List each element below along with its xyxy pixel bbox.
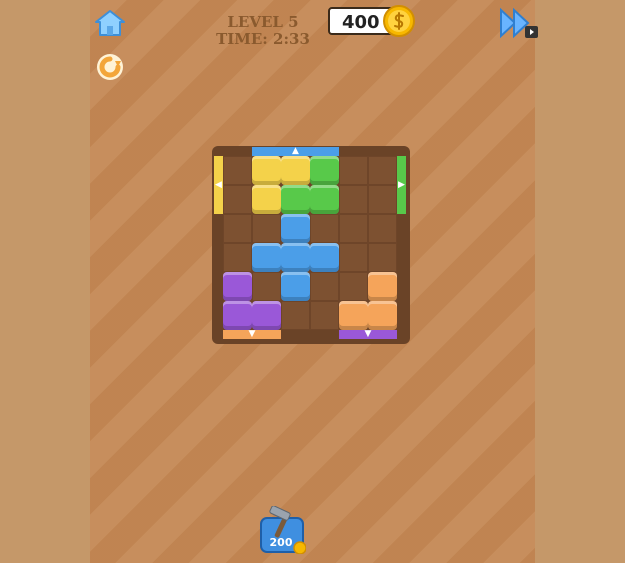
block-green[interactable] (281, 185, 310, 214)
grid-cell (339, 156, 368, 185)
right-margin (535, 0, 625, 563)
block-purple[interactable] (252, 301, 281, 330)
grid-cell (223, 156, 252, 185)
time-label: TIME: 2:33 (216, 30, 310, 48)
gate-arrow-icon: ◀ (215, 179, 222, 190)
grid-cell (281, 301, 310, 330)
grid-cell (368, 185, 397, 214)
grid-cell (368, 214, 397, 243)
grid-cell (368, 156, 397, 185)
skip-icon (500, 7, 538, 39)
grid-cell (252, 272, 281, 301)
block-blue[interactable] (310, 243, 339, 272)
exit-gate-green: ▶ (397, 156, 406, 214)
grid-cell (339, 243, 368, 272)
grid-cell (223, 214, 252, 243)
block-purple[interactable] (223, 301, 252, 330)
restart-icon (97, 54, 123, 80)
grid-cell (339, 214, 368, 243)
home-icon (95, 10, 125, 36)
block-green[interactable] (310, 185, 339, 214)
block-purple[interactable] (223, 272, 252, 301)
coin-count: 400 (342, 12, 380, 33)
grid-cell (368, 243, 397, 272)
exit-gate-blue: ▲ (252, 147, 339, 156)
gate-arrow-icon: ▼ (248, 329, 256, 339)
gate-arrow-icon: ▶ (398, 179, 405, 190)
block-blue[interactable] (281, 243, 310, 272)
block-orange[interactable] (368, 301, 397, 330)
board-grid (223, 156, 397, 330)
gate-arrow-icon: ▼ (364, 329, 372, 339)
grid-cell (310, 272, 339, 301)
grid-cell (252, 214, 281, 243)
grid-cell (223, 185, 252, 214)
restart-button[interactable] (93, 50, 127, 84)
block-blue[interactable] (281, 272, 310, 301)
gate-arrow-icon: ▲ (292, 146, 299, 156)
block-yellow[interactable] (252, 185, 281, 214)
block-blue[interactable] (252, 243, 281, 272)
block-blue[interactable] (281, 214, 310, 243)
block-orange[interactable] (339, 301, 368, 330)
grid-cell (339, 185, 368, 214)
grid-cell (339, 272, 368, 301)
block-orange[interactable] (368, 272, 397, 301)
coin-icon (383, 5, 415, 37)
exit-gate-yellow: ◀ (214, 156, 223, 214)
grid-cell (223, 243, 252, 272)
hammer-cost: 200 (269, 536, 293, 549)
skip-level-button[interactable] (498, 7, 540, 39)
block-yellow[interactable] (252, 156, 281, 185)
level-label: LEVEL 5 (227, 13, 299, 31)
grid-cell (310, 301, 339, 330)
game-stage: LEVEL 5 TIME: 2:33 400 ▲ ◀ ▶ ▼ ▼ 200 (0, 0, 625, 563)
grid-cell (310, 214, 339, 243)
block-yellow[interactable] (281, 156, 310, 185)
block-green[interactable] (310, 156, 339, 185)
left-margin (0, 0, 90, 563)
exit-gate-orange: ▼ (223, 330, 281, 339)
home-button[interactable] (94, 7, 126, 39)
exit-gate-purple: ▼ (339, 330, 397, 339)
